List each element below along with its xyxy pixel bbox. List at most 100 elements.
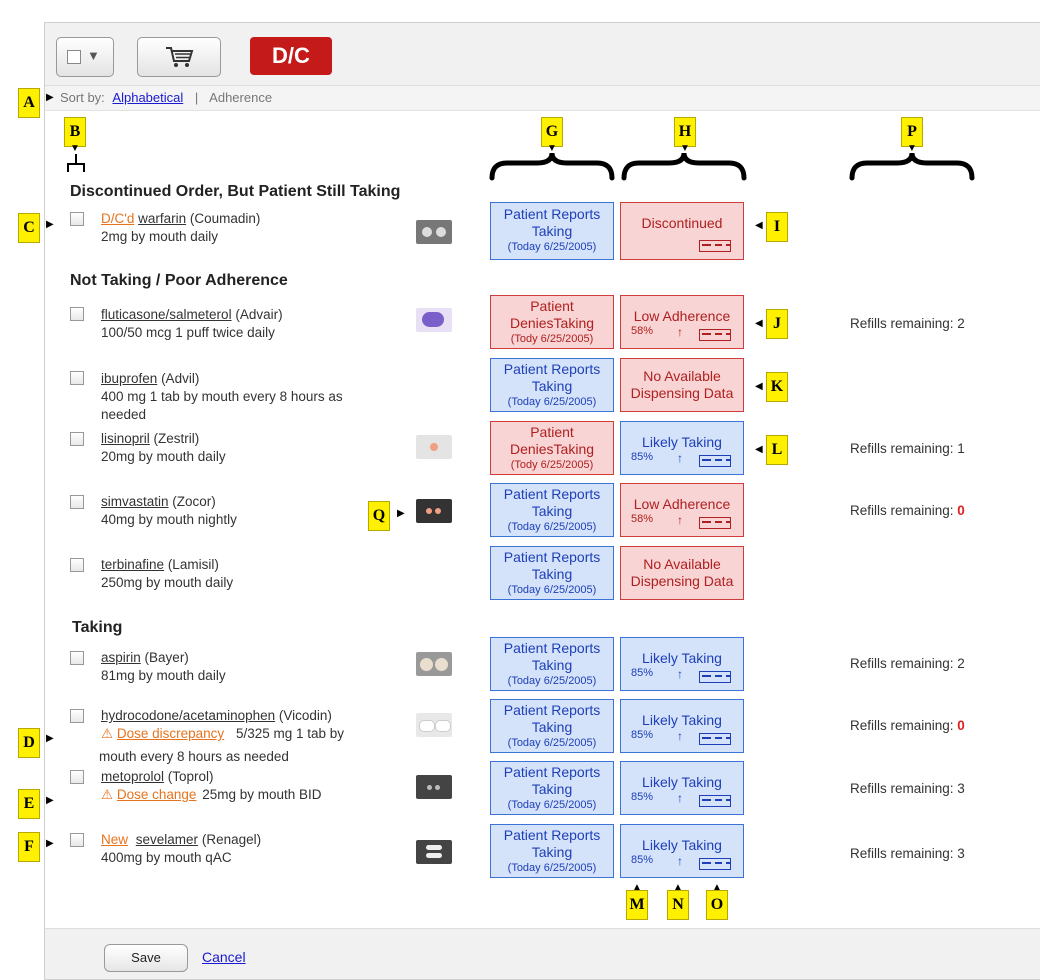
med-ibuprofen: ibuprofen (Advil) 400 mg 1 tab by mouth …	[101, 371, 343, 422]
adherence-box-terbinafine[interactable]: No Available Dispensing Data	[620, 546, 744, 600]
med-name-link[interactable]: simvastatin	[101, 494, 169, 509]
dose-discrepancy-link[interactable]: Dose discrepancy	[117, 726, 224, 741]
callout-o: O	[706, 890, 728, 920]
med-name-link[interactable]: terbinafine	[101, 557, 164, 572]
save-button[interactable]: Save	[104, 944, 188, 972]
trend-up-icon: ↑	[677, 854, 683, 868]
report-box-warfarin[interactable]: Patient Reports Taking (Today 6/25/2005)	[490, 202, 614, 260]
callout-f: F	[18, 832, 40, 862]
callout-d: D	[18, 728, 40, 758]
callout-j: J	[766, 309, 788, 339]
pill-image-lisinopril	[416, 435, 452, 459]
footer	[45, 928, 1040, 979]
callout-n: N	[667, 890, 689, 920]
callout-q: Q	[368, 501, 390, 531]
callout-k: K	[766, 372, 788, 402]
adherence-box-lisinopril[interactable]: Likely Taking 85% ↑	[620, 421, 744, 475]
med-checkbox-renagel[interactable]	[70, 833, 84, 847]
report-box-ibuprofen[interactable]: Patient Reports Taking (Today 6/25/2005)	[490, 358, 614, 412]
refills-lisinopril: Refills remaining: 1	[850, 441, 965, 456]
adherence-box-advair[interactable]: Low Adherence 58% ↑	[620, 295, 744, 349]
med-name-link[interactable]: warfarin	[138, 211, 186, 226]
med-lisinopril: lisinopril (Zestril) 20mg by mouth daily	[101, 431, 226, 464]
trend-up-icon: ↑	[677, 325, 683, 339]
med-advair: fluticasone/salmeterol (Advair) 100/50 m…	[101, 307, 283, 340]
med-name-link[interactable]: metoprolol	[101, 769, 164, 784]
refills-toprol: Refills remaining: 3	[850, 781, 965, 796]
med-name-link[interactable]: lisinopril	[101, 431, 150, 446]
pill-image-simvastatin	[416, 499, 452, 523]
report-box-lisinopril[interactable]: Patient DeniesTaking (Tody 6/25/2005)	[490, 421, 614, 475]
callout-arrow-l: ◀	[755, 444, 763, 455]
med-checkbox-vicodin[interactable]	[70, 709, 84, 723]
report-box-vicodin[interactable]: Patient Reports Taking (Today 6/25/2005)	[490, 699, 614, 753]
pill-image-vicodin	[416, 713, 452, 737]
med-dose: 2mg by mouth daily	[101, 229, 219, 244]
med-checkbox-simvastatin[interactable]	[70, 495, 84, 509]
refills-simvastatin: Refills remaining: 0	[850, 503, 965, 518]
report-box-advair[interactable]: Patient DeniesTaking (Tody 6/25/2005)	[490, 295, 614, 349]
med-name-link[interactable]: hydrocodone/acetaminophen	[101, 708, 275, 723]
med-vicodin: hydrocodone/acetaminophen (Vicodin) ⚠ Do…	[101, 708, 345, 741]
refills-renagel: Refills remaining: 3	[850, 846, 965, 861]
dc-tag-link[interactable]: D/C'd	[101, 211, 134, 226]
report-box-renagel[interactable]: Patient Reports Taking (Today 6/25/2005)	[490, 824, 614, 878]
med-checkbox-warfarin[interactable]	[70, 212, 84, 226]
callout-arrow-f: ▶	[46, 838, 54, 849]
callout-i: I	[766, 212, 788, 242]
adherence-box-warfarin[interactable]: Discontinued	[620, 202, 744, 260]
med-checkbox-ibuprofen[interactable]	[70, 371, 84, 385]
dispense-bar-icon	[699, 240, 731, 252]
med-name-link[interactable]: ibuprofen	[101, 371, 157, 386]
trend-up-icon: ↑	[677, 451, 683, 465]
med-toprol: metoprolol (Toprol) ⚠ Dose change 25mg b…	[101, 769, 322, 802]
callout-arrow-c: ▶	[46, 219, 54, 230]
callout-c: C	[18, 213, 40, 243]
callout-arrow-d: ▶	[46, 733, 54, 744]
pill-image-aspirin	[416, 652, 452, 676]
callout-arrow-q: ▶	[397, 508, 405, 519]
dose-change-link[interactable]: Dose change	[117, 787, 197, 802]
dispense-bar-icon	[699, 455, 731, 467]
pill-image-renagel	[416, 840, 452, 864]
med-name-link[interactable]: sevelamer	[136, 832, 198, 847]
cancel-link[interactable]: Cancel	[202, 949, 246, 965]
med-vicodin-dose-cont: mouth every 8 hours as needed	[99, 749, 289, 764]
pill-image-toprol	[416, 775, 452, 799]
dispense-bar-icon	[699, 858, 731, 870]
refills-advair: Refills remaining: 2	[850, 316, 965, 331]
adherence-box-vicodin[interactable]: Likely Taking 85% ↑	[620, 699, 744, 753]
adherence-box-simvastatin[interactable]: Low Adherence 58% ↑	[620, 483, 744, 537]
med-warfarin: D/C'd warfarin (Coumadin) 2mg by mouth d…	[101, 210, 260, 246]
adherence-box-toprol[interactable]: Likely Taking 85% ↑	[620, 761, 744, 815]
med-name-link[interactable]: fluticasone/salmeterol	[101, 307, 232, 322]
callout-arrow-j: ◀	[755, 318, 763, 329]
trend-up-icon: ↑	[677, 729, 683, 743]
med-checkbox-lisinopril[interactable]	[70, 432, 84, 446]
section-title-taking: Taking	[72, 619, 123, 636]
med-name-link[interactable]: aspirin	[101, 650, 141, 665]
med-checkbox-terbinafine[interactable]	[70, 558, 84, 572]
dispense-bar-icon	[699, 671, 731, 683]
report-box-simvastatin[interactable]: Patient Reports Taking (Today 6/25/2005)	[490, 483, 614, 537]
med-renagel: New sevelamer (Renagel) 400mg by mouth q…	[101, 832, 262, 865]
refills-vicodin: Refills remaining: 0	[850, 718, 965, 733]
dispense-bar-icon	[699, 733, 731, 745]
new-tag-link[interactable]: New	[101, 832, 128, 847]
med-checkbox-advair[interactable]	[70, 307, 84, 321]
med-checkbox-aspirin[interactable]	[70, 651, 84, 665]
report-box-aspirin[interactable]: Patient Reports Taking (Today 6/25/2005)	[490, 637, 614, 691]
med-brand: (Coumadin)	[189, 211, 261, 226]
report-box-toprol[interactable]: Patient Reports Taking (Today 6/25/2005)	[490, 761, 614, 815]
adherence-box-aspirin[interactable]: Likely Taking 85% ↑	[620, 637, 744, 691]
section-title-discontinued: Discontinued Order, But Patient Still Ta…	[70, 183, 401, 200]
callout-m: M	[626, 890, 648, 920]
med-checkbox-toprol[interactable]	[70, 770, 84, 784]
callout-arrow-i: ◀	[755, 220, 763, 231]
adherence-box-ibuprofen[interactable]: No Available Dispensing Data	[620, 358, 744, 412]
callout-arrow-k: ◀	[755, 381, 763, 392]
section-title-not-taking: Not Taking / Poor Adherence	[70, 272, 288, 289]
report-box-terbinafine[interactable]: Patient Reports Taking (Today 6/25/2005)	[490, 546, 614, 600]
callout-e: E	[18, 789, 40, 819]
adherence-box-renagel[interactable]: Likely Taking 85% ↑	[620, 824, 744, 878]
